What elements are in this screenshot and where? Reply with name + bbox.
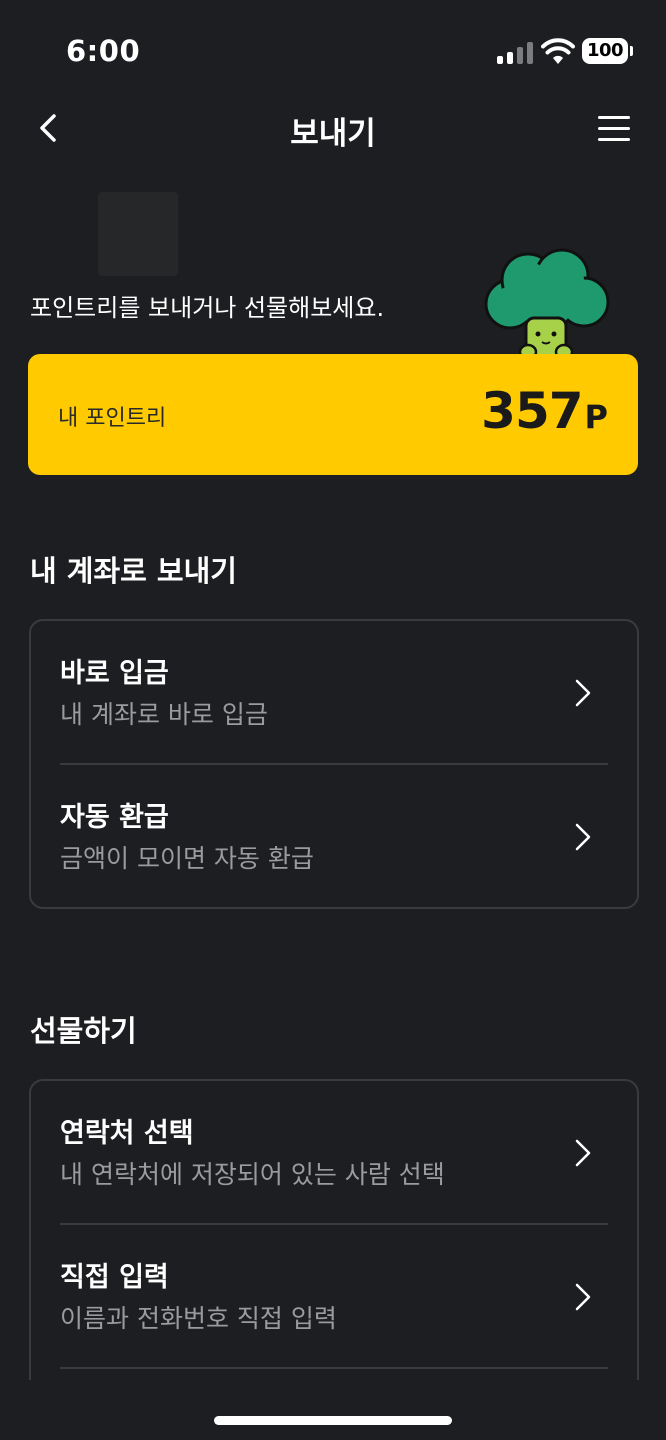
points-card[interactable]: 내 포인트리 357P — [28, 354, 638, 475]
menu-button[interactable] — [596, 112, 636, 146]
status-bar: 6:00 100 — [0, 0, 666, 100]
points-value: 357P — [481, 382, 608, 440]
row-description: 금액이 모이면 자동 환급 — [60, 844, 314, 873]
gift-card: 연락처 선택 내 연락처에 저장되어 있는 사람 선택 직접 입력 이름과 전화… — [29, 1079, 639, 1401]
select-contact-row[interactable]: 연락처 선택 내 연락처에 저장되어 있는 사람 선택 — [31, 1081, 637, 1223]
battery-icon: 100 — [582, 38, 628, 64]
chevron-right-icon — [575, 1283, 591, 1311]
auto-refund-row[interactable]: 자동 환급 금액이 모이면 자동 환급 — [31, 765, 637, 907]
section-title-send-to-account: 내 계좌로 보내기 — [30, 554, 237, 588]
page-title: 보내기 — [290, 116, 376, 152]
wifi-icon — [541, 38, 575, 64]
row-title: 직접 입력 — [60, 1262, 169, 1293]
bottom-safe-area — [0, 1380, 666, 1440]
status-time: 6:00 — [66, 34, 141, 68]
chevron-right-icon — [575, 823, 591, 851]
row-description: 이름과 전화번호 직접 입력 — [60, 1304, 337, 1333]
blurred-image — [98, 192, 178, 276]
navigation-bar: 보내기 — [0, 100, 666, 156]
row-description: 내 연락처에 저장되어 있는 사람 선택 — [60, 1160, 445, 1189]
row-title: 바로 입금 — [60, 658, 169, 689]
row-title: 연락처 선택 — [60, 1118, 194, 1149]
page-subtitle: 포인트리를 보내거나 선물해보세요. — [30, 294, 385, 322]
instant-deposit-row[interactable]: 바로 입금 내 계좌로 바로 입금 — [31, 621, 637, 763]
points-unit: P — [584, 398, 608, 436]
manual-entry-row[interactable]: 직접 입력 이름과 전화번호 직접 입력 — [31, 1225, 637, 1367]
divider — [60, 1367, 608, 1369]
row-title: 자동 환급 — [60, 802, 169, 833]
chevron-right-icon — [575, 679, 591, 707]
row-description: 내 계좌로 바로 입금 — [60, 700, 268, 729]
cellular-signal-icon — [497, 40, 533, 64]
battery-cap — [630, 46, 633, 56]
send-to-account-card: 바로 입금 내 계좌로 바로 입금 자동 환급 금액이 모이면 자동 환급 — [29, 619, 639, 909]
chevron-right-icon — [575, 1139, 591, 1167]
points-number: 357 — [481, 382, 583, 440]
broccoli-character-icon — [484, 248, 610, 362]
section-title-gift: 선물하기 — [30, 1014, 137, 1048]
points-label: 내 포인트리 — [58, 406, 167, 431]
home-indicator[interactable] — [214, 1416, 452, 1425]
